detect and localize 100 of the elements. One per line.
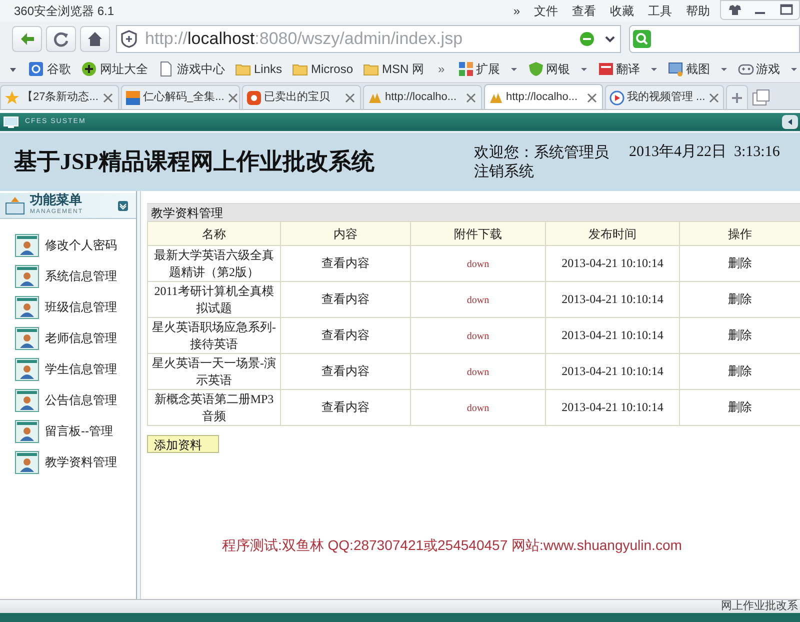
- logout-link[interactable]: 注销系统: [474, 162, 534, 181]
- download-link[interactable]: down: [466, 258, 490, 270]
- app-title: 基于JSP精品课程网上作业批改系统: [14, 148, 374, 176]
- toolbar-button[interactable]: 网银: [528, 60, 570, 78]
- download-link[interactable]: down: [466, 366, 490, 378]
- caret-icon: [790, 65, 798, 73]
- play-icon: [609, 90, 625, 106]
- toolbar-button[interactable]: 扩展: [458, 60, 500, 78]
- table-cell: 2011考研计算机全真模拟试题: [154, 284, 274, 314]
- welcome-text: 欢迎您：系统管理员: [474, 143, 609, 162]
- new-tab-button[interactable]: [726, 85, 748, 109]
- sidebar-item[interactable]: 留言板--管理: [15, 419, 136, 443]
- view-content-link[interactable]: 查看内容: [322, 292, 370, 306]
- caret-icon: [650, 65, 658, 73]
- refresh-icon: [52, 30, 70, 48]
- view-content-link[interactable]: 查看内容: [322, 328, 370, 342]
- view-content-link[interactable]: 查看内容: [322, 256, 370, 270]
- bookmark-link[interactable]: Microso: [292, 60, 354, 78]
- caret-icon: [720, 65, 728, 73]
- menu-item[interactable]: 查看: [572, 2, 596, 20]
- g-logo-icon: [28, 61, 44, 77]
- view-content-link[interactable]: 查看内容: [322, 400, 370, 414]
- menu-item[interactable]: 收藏: [610, 2, 634, 20]
- address-field[interactable]: http://localhost:8080/wszy/admin/index.jsp: [116, 25, 621, 53]
- close-icon[interactable]: [226, 90, 240, 104]
- sidebar-item[interactable]: 修改个人密码: [15, 233, 136, 257]
- add-material-button[interactable]: 添加资料: [147, 435, 219, 453]
- sidebar-item[interactable]: 系统信息管理: [15, 264, 136, 288]
- home-button[interactable]: [80, 26, 110, 52]
- menu-item[interactable]: 文件: [534, 2, 558, 20]
- sidebar-item[interactable]: 班级信息管理: [15, 295, 136, 319]
- toolbar-button[interactable]: 游戏: [738, 60, 780, 78]
- close-icon[interactable]: [343, 90, 357, 104]
- delete-link[interactable]: 删除: [728, 256, 752, 270]
- user-card-icon: [15, 450, 39, 474]
- plus-circle-icon: [81, 61, 97, 77]
- footer-text: 程序测试:双鱼林 QQ:287307421或254540457 网站:www.shuangyulin.com: [222, 536, 683, 555]
- table-cell: 新概念英语第二册MP3音频: [154, 392, 274, 422]
- close-icon[interactable]: [585, 90, 599, 104]
- delete-link[interactable]: 删除: [728, 400, 752, 414]
- sidebar-item[interactable]: 老师信息管理: [15, 326, 136, 350]
- table-cell: 星火英语职场应急系列-接待英语: [152, 320, 276, 350]
- browser-tab[interactable]: http://localho...: [484, 84, 603, 109]
- bookmark-link[interactable]: 谷歌: [28, 60, 71, 78]
- user-card-icon: [15, 358, 39, 380]
- close-icon[interactable]: [101, 90, 115, 104]
- browser-tab[interactable]: 已卖出的宝贝: [242, 85, 361, 109]
- delete-link[interactable]: 删除: [728, 364, 752, 378]
- refresh-button[interactable]: [46, 26, 76, 52]
- collapse-button[interactable]: [782, 115, 798, 129]
- toolbar-button[interactable]: 翻译: [598, 60, 640, 78]
- table-cell: 2013-04-21 10:10:14: [562, 292, 664, 306]
- close-icon[interactable]: [707, 90, 722, 104]
- screenshot-icon: [668, 61, 684, 77]
- bookmark-link[interactable]: Links: [235, 60, 282, 78]
- toolbox-icon: [4, 196, 26, 216]
- home-icon: [86, 30, 104, 48]
- shop-logo-icon: [246, 90, 262, 106]
- search-field[interactable]: [629, 25, 800, 53]
- bookmark-link[interactable]: 游戏中心: [158, 60, 225, 78]
- view-content-link[interactable]: 查看内容: [322, 364, 370, 378]
- delete-link[interactable]: 删除: [728, 292, 752, 306]
- column-header: 名称: [148, 222, 280, 246]
- bookmark-link[interactable]: MSN 网: [363, 60, 424, 78]
- menu-item[interactable]: 帮助: [686, 2, 710, 20]
- user-card-icon: [15, 420, 39, 442]
- browser-tab[interactable]: 我的视频管理 ...: [605, 85, 724, 109]
- left-arrow-icon: [786, 118, 794, 126]
- sidebar-item[interactable]: 公告信息管理: [15, 388, 136, 412]
- plus-icon: [731, 92, 743, 104]
- user-card-icon: [15, 388, 39, 412]
- dictionary-icon: [598, 61, 614, 77]
- user-card-icon: [15, 234, 39, 256]
- browser-tab[interactable]: 仁心解码_全集...: [121, 85, 240, 109]
- caret-icon: [510, 65, 518, 73]
- back-button[interactable]: [12, 26, 42, 52]
- browser-tab[interactable]: http://localho...: [363, 85, 482, 109]
- sidebar-item[interactable]: 教学资料管理: [15, 450, 136, 474]
- sidebar-item[interactable]: 学生信息管理: [15, 357, 136, 381]
- sidebar-title: 功能菜单: [30, 194, 83, 206]
- menu-item[interactable]: »: [513, 2, 520, 20]
- bookmark-link[interactable]: 网址大全: [81, 60, 148, 78]
- download-link[interactable]: down: [466, 330, 490, 342]
- browser-tab[interactable]: 【27条新动态...: [0, 85, 119, 109]
- download-link[interactable]: down: [466, 402, 490, 414]
- column-header: 附件下载: [410, 222, 546, 246]
- caret-icon: [580, 65, 588, 73]
- column-header: 操作: [680, 222, 800, 246]
- menu-item[interactable]: 工具: [648, 2, 672, 20]
- toolbar-button[interactable]: 截图: [668, 60, 710, 78]
- table-cell: 星火英语一天一场景-演示英语: [152, 356, 276, 386]
- download-link[interactable]: down: [466, 294, 490, 306]
- table-cell: 2013-04-21 10:10:14: [562, 364, 664, 378]
- close-icon[interactable]: [464, 90, 478, 104]
- delete-link[interactable]: 删除: [728, 328, 752, 342]
- star-icon: [4, 90, 20, 106]
- monitor-icon: [3, 116, 19, 128]
- chevron-down-icon[interactable]: [118, 200, 128, 210]
- user-card-icon: [15, 296, 39, 318]
- more-bookmarks-button[interactable]: »: [438, 60, 445, 78]
